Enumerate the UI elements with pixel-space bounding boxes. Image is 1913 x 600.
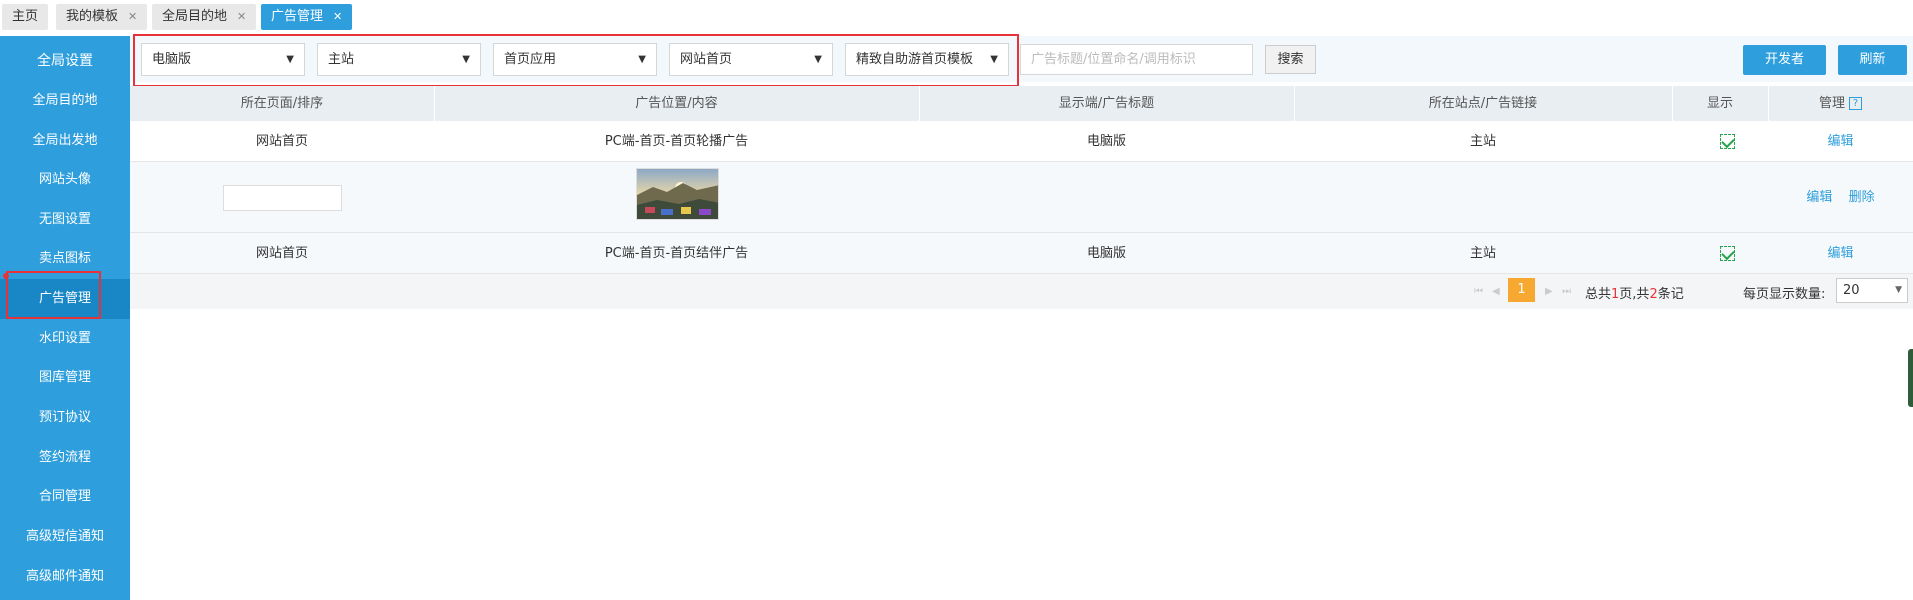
- sidebar-item-global-departure[interactable]: 全局出发地: [0, 121, 130, 161]
- prev-page-icon[interactable]: ◀: [1492, 286, 1500, 297]
- display-check-icon[interactable]: [1720, 134, 1735, 149]
- sidebar-item-label: 高级邮件通知: [25, 569, 104, 584]
- tab-label: 我的模板: [66, 9, 119, 24]
- edit-link[interactable]: 编辑: [1827, 246, 1853, 261]
- col-header-page-sort: 所在页面/排序: [240, 96, 324, 111]
- first-page-icon[interactable]: ⏮: [1474, 286, 1483, 297]
- ad-image-thumbnail: [636, 168, 719, 220]
- edit-link[interactable]: 编辑: [1806, 190, 1832, 205]
- select-value: 20: [1843, 283, 1860, 298]
- close-icon[interactable]: ✕: [128, 10, 137, 23]
- tab-my-templates[interactable]: 我的模板 ✕: [56, 4, 148, 30]
- summary-text: 总共: [1585, 287, 1612, 302]
- table-row: 网站首页 PC端-首页-首页轮播广告 电脑版 主站 编辑: [130, 121, 1913, 162]
- cell-position: PC端-首页-首页结伴广告: [604, 246, 749, 261]
- sidebar-item-global-settings[interactable]: 全局设置: [0, 41, 130, 81]
- sidebar-item-label: 水印设置: [38, 331, 91, 346]
- sort-order-input[interactable]: [223, 185, 342, 211]
- sidebar-item-label: 全局出发地: [32, 133, 98, 148]
- sidebar-item-label: 合同管理: [38, 489, 91, 504]
- per-page-label: 每页显示数量:: [1743, 287, 1826, 302]
- sidebar-item-site-avatar[interactable]: 网站头像: [0, 160, 130, 200]
- tab-bar: 主页 我的模板 ✕ 全局目的地 ✕ 广告管理 ✕: [0, 0, 1913, 36]
- summary-text: 页,共: [1619, 287, 1650, 302]
- tab-global-destination[interactable]: 全局目的地 ✕: [152, 4, 257, 30]
- total-records: 2: [1649, 287, 1658, 302]
- sidebar-item-signing-flow[interactable]: 签约流程: [0, 438, 130, 478]
- sidebar-item-sms-notify[interactable]: 高级短信通知: [0, 517, 130, 557]
- sidebar-item-global-destination[interactable]: 全局目的地: [0, 81, 130, 121]
- cell-page: 网站首页: [255, 246, 308, 261]
- highlight-dot: [3, 273, 9, 279]
- cell-terminal: 电脑版: [1086, 246, 1126, 261]
- developer-button[interactable]: 开发者: [1743, 45, 1826, 75]
- cell-position: PC端-首页-首页轮播广告: [604, 134, 749, 149]
- col-header-manage: 管理?: [1768, 86, 1913, 121]
- table-row-content: 编辑 删除: [130, 162, 1913, 233]
- cell-page: 网站首页: [255, 134, 308, 149]
- sidebar-item-label: 高级短信通知: [25, 529, 104, 544]
- edit-link[interactable]: 编辑: [1827, 134, 1853, 149]
- sidebar-item-label: 网站头像: [38, 172, 91, 187]
- search-input[interactable]: [1020, 44, 1253, 75]
- sidebar-item-label: 无图设置: [38, 212, 91, 227]
- sidebar-item-label: 预订协议: [38, 410, 91, 425]
- sidebar-item-label: 全局目的地: [32, 93, 98, 108]
- sidebar-highlight-box: [6, 271, 101, 319]
- table-header: 所在页面/排序 广告位置/内容 显示端/广告标题 所在站点/广告链接 显示 管理…: [130, 86, 1913, 121]
- sidebar-item-email-notify[interactable]: 高级邮件通知: [0, 557, 130, 597]
- delete-link[interactable]: 删除: [1849, 190, 1875, 205]
- landscape-image: [637, 169, 718, 219]
- col-header-label: 管理: [1818, 96, 1845, 111]
- tab-ad-management[interactable]: 广告管理 ✕: [261, 4, 353, 30]
- col-header-ad-position: 广告位置/内容: [635, 96, 718, 111]
- close-icon[interactable]: ✕: [333, 10, 342, 23]
- col-header-display: 显示: [1706, 96, 1733, 111]
- sidebar-item-label: 签约流程: [38, 450, 91, 465]
- sidebar-item-watermark[interactable]: 水印设置: [0, 319, 130, 359]
- filter-highlight-box: [133, 34, 1019, 87]
- sidebar-item-label: 全局设置: [37, 53, 93, 69]
- tab-label: 主页: [12, 9, 39, 24]
- edge-widget[interactable]: [1908, 349, 1913, 407]
- cell-site: 主站: [1469, 134, 1496, 149]
- sidebar-item-booking-agreement[interactable]: 预订协议: [0, 398, 130, 438]
- caret-down-icon: ▼: [1895, 285, 1902, 295]
- sidebar-item-no-image[interactable]: 无图设置: [0, 200, 130, 240]
- cell-terminal: 电脑版: [1086, 134, 1126, 149]
- help-icon[interactable]: ?: [1849, 97, 1862, 110]
- tab-home[interactable]: 主页: [2, 4, 49, 30]
- tab-label: 全局目的地: [162, 9, 228, 24]
- sidebar-item-gallery[interactable]: 图库管理: [0, 358, 130, 398]
- search-button[interactable]: 搜索: [1265, 45, 1316, 74]
- pagination-summary: 总共1页,共2条记: [1585, 283, 1684, 302]
- page-number-current[interactable]: 1: [1508, 278, 1535, 302]
- sidebar-item-label: 卖点图标: [38, 251, 91, 266]
- sidebar-item-contract[interactable]: 合同管理: [0, 477, 130, 517]
- refresh-button[interactable]: 刷新: [1838, 45, 1907, 75]
- per-page-select[interactable]: 20 ▼: [1836, 278, 1908, 303]
- cell-site: 主站: [1469, 246, 1496, 261]
- sidebar-item-label: 图库管理: [38, 370, 91, 385]
- col-header-terminal: 显示端/广告标题: [1058, 96, 1155, 111]
- last-page-icon[interactable]: ⏭: [1562, 286, 1571, 297]
- display-check-icon[interactable]: [1720, 246, 1735, 261]
- summary-text: 条记: [1657, 287, 1684, 302]
- next-page-icon[interactable]: ▶: [1545, 286, 1553, 297]
- col-header-site-link: 所在站点/广告链接: [1428, 96, 1538, 111]
- table-row: 网站首页 PC端-首页-首页结伴广告 电脑版 主站 编辑: [130, 233, 1913, 274]
- tab-label: 广告管理: [271, 9, 324, 24]
- close-icon[interactable]: ✕: [237, 10, 246, 23]
